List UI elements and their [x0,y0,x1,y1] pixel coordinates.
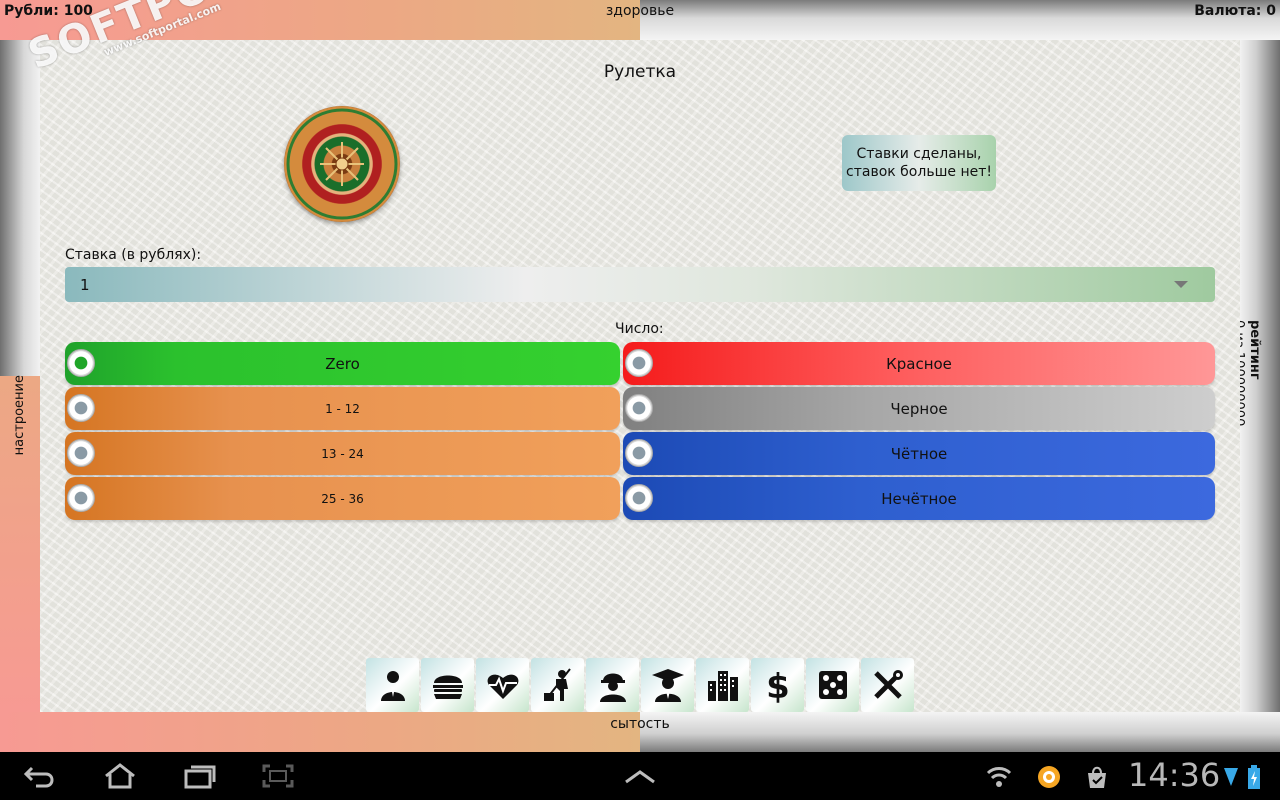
bet-13-24-radio[interactable] [67,439,95,467]
status-message-line1: Ставки сделаны, [856,146,982,162]
bet-black-radio[interactable] [625,394,653,422]
graduate-icon[interactable] [641,658,694,712]
mood-label: настроение [12,375,27,456]
menu-up-button[interactable] [620,760,660,792]
dropdown-arrow-icon [1174,281,1188,288]
bet-odd-radio[interactable] [625,484,653,512]
rating-label: рейтинг [1247,320,1262,380]
signal-icon [1224,768,1238,786]
number-label: Число: [615,321,664,337]
status-message: Ставки сделаны, ставок больше нет! [842,135,996,191]
bottom-toolbar: $ [366,658,916,712]
buildings-icon[interactable] [696,658,749,712]
bet-red-label: Красное [886,354,952,373]
heart-icon[interactable] [476,658,529,712]
roulette-panel: Рулетка Ставки сделаны, ставок больше не… [40,40,1240,712]
roulette-wheel-spokes [286,108,398,220]
roulette-wheel[interactable] [284,106,400,222]
svg-text:$: $ [766,667,790,703]
bet-25-36-radio[interactable] [67,484,95,512]
bet-13-24-label: 13 - 24 [321,446,364,461]
satiety-label: сытость [610,716,670,732]
worker-icon[interactable] [586,658,639,712]
home-button[interactable] [100,760,140,792]
recent-apps-button[interactable] [180,760,220,792]
bet-zero-radio[interactable] [67,349,95,377]
chevron-up-icon [625,770,655,784]
bet-zero[interactable]: Zero [65,342,620,385]
bet-even-label: Чётное [890,444,948,463]
bet-black-label: Черное [890,399,948,418]
bet-red-radio[interactable] [625,349,653,377]
system-clock: 14:36 [1128,756,1221,794]
stake-dropdown[interactable]: 1 [65,267,1215,302]
bet-even[interactable]: Чётное [623,432,1215,475]
back-icon [23,766,54,788]
recent-apps-icon [184,765,216,789]
stake-value: 1 [80,275,90,294]
health-label: здоровье [605,3,675,19]
bet-13-24[interactable]: 13 - 24 [65,432,620,475]
home-icon [105,763,135,789]
person-icon[interactable] [366,658,419,712]
bet-25-36-label: 25 - 36 [321,491,364,506]
battery-icon [1248,765,1260,789]
screenshot-button[interactable] [258,760,298,792]
bet-even-radio[interactable] [625,439,653,467]
janitor-icon[interactable] [531,658,584,712]
burger-icon[interactable] [421,658,474,712]
bet-1-12-label: 1 - 12 [325,401,360,416]
screenshot-icon [262,764,294,788]
bet-1-12[interactable]: 1 - 12 [65,387,620,430]
bet-odd-label: Нечётное [881,489,957,508]
top-status-bar: Рубли: 100 здоровье Валюта: 0 [0,0,1280,40]
back-button[interactable] [20,760,60,792]
dice-icon[interactable] [806,658,859,712]
bet-red[interactable]: Красное [623,342,1215,385]
stake-label: Ставка (в рублях): [65,247,202,263]
tools-icon[interactable] [861,658,914,712]
market-icon [1088,766,1106,788]
page-title: Рулетка [603,62,677,82]
app-notification-icon [1038,766,1060,788]
status-message-line2: ставок больше нет! [846,164,992,180]
bet-25-36[interactable]: 25 - 36 [65,477,620,520]
dollar-icon[interactable]: $ [751,658,804,712]
bet-zero-label: Zero [325,354,360,373]
bet-1-12-radio[interactable] [67,394,95,422]
wifi-icon [986,767,1012,787]
currency-label: Валюта: 0 [1194,3,1276,19]
bet-odd[interactable]: Нечётное [623,477,1215,520]
bet-black[interactable]: Черное [623,387,1215,430]
